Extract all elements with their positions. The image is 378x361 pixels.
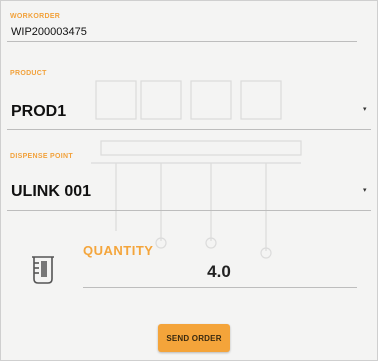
quantity-underline xyxy=(83,287,357,288)
quantity-label: QUANTITY xyxy=(83,243,154,258)
product-select[interactable]: PROD1 xyxy=(11,103,66,121)
product-label: PRODUCT xyxy=(10,70,47,77)
workorder-field[interactable]: WIP200003475 xyxy=(11,26,87,38)
dispense-point-underline xyxy=(7,210,371,211)
order-form-screen: WORKORDER WIP200003475 PRODUCT PROD1 ▾ D… xyxy=(0,0,378,361)
send-order-button[interactable]: SEND ORDER xyxy=(158,324,230,352)
dispense-point-select[interactable]: ULINK 001 xyxy=(11,183,91,201)
quantity-field[interactable]: 4.0 xyxy=(83,262,355,282)
product-underline xyxy=(7,129,371,130)
chevron-down-icon[interactable]: ▾ xyxy=(363,105,367,113)
workorder-label: WORKORDER xyxy=(10,13,61,20)
chevron-down-icon[interactable]: ▾ xyxy=(363,186,367,194)
dispense-point-label: DISPENSE POINT xyxy=(10,153,73,160)
workorder-underline xyxy=(7,41,357,42)
background-schematic xyxy=(91,80,302,259)
beaker-icon xyxy=(32,256,54,284)
